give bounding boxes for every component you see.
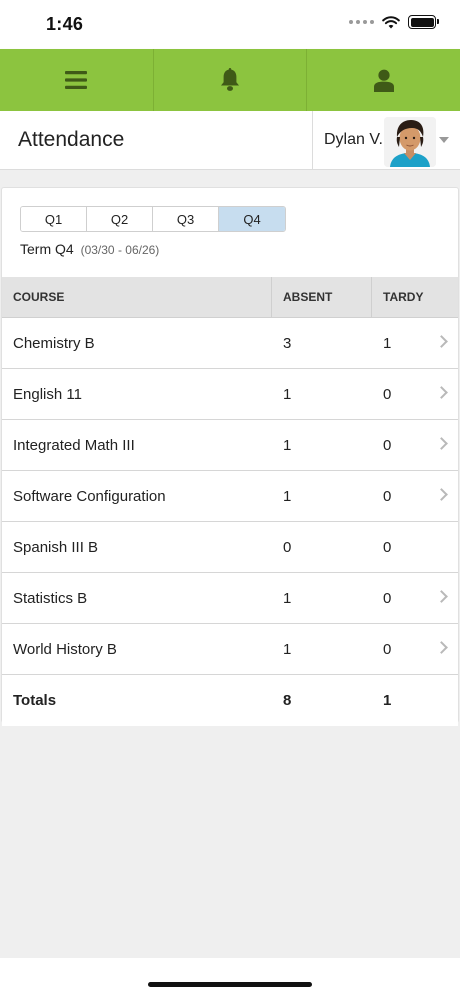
absent-count: 1: [283, 589, 292, 607]
tab-q3[interactable]: Q3: [153, 207, 219, 231]
tab-q4[interactable]: Q4: [219, 207, 285, 231]
table-row[interactable]: Statistics B 1 0: [2, 573, 458, 624]
bell-icon: [221, 68, 239, 91]
student-selector[interactable]: Dylan V.: [312, 111, 460, 170]
tardy-count: 1: [383, 334, 392, 352]
term-date-range: (03/30 - 06/26): [80, 243, 160, 257]
course-name: Spanish III B: [13, 538, 99, 556]
attendance-card: Q1 Q2 Q3 Q4 Term Q4 (03/30 - 06/26) COUR…: [1, 187, 459, 726]
avatar: [384, 117, 436, 167]
table-header: COURSE ABSENT TARDY: [2, 277, 458, 318]
page-header: Attendance Dylan V.: [0, 111, 460, 170]
table-row: Spanish III B 0 0: [2, 522, 458, 573]
chevron-down-icon: [439, 137, 449, 143]
term-label: Term Q4 (03/30 - 06/26): [20, 241, 159, 257]
chevron-right-icon: [435, 590, 448, 603]
tardy-count: 0: [383, 589, 392, 607]
chevron-right-icon: [435, 386, 448, 399]
person-icon: [373, 69, 394, 92]
menu-button[interactable]: [0, 49, 154, 111]
absent-count: 1: [283, 385, 292, 403]
student-name: Dylan V.: [324, 131, 383, 148]
term-name: Term Q4: [20, 241, 74, 257]
menu-icon: [65, 71, 88, 89]
table-row[interactable]: Chemistry B 3 1: [2, 318, 458, 369]
totals-label: Totals: [13, 692, 57, 709]
home-indicator[interactable]: [148, 982, 312, 987]
total-absent: 8: [283, 692, 292, 709]
course-name: Chemistry B: [13, 334, 95, 352]
attendance-table: COURSE ABSENT TARDY Chemistry B 3 1 Engl…: [2, 277, 458, 726]
absent-count: 0: [283, 538, 292, 556]
tab-q2[interactable]: Q2: [87, 207, 153, 231]
column-header-absent: ABSENT: [272, 277, 372, 317]
top-nav: [0, 49, 460, 111]
page-title: Attendance: [18, 128, 125, 151]
status-time: 1:46: [46, 14, 84, 34]
absent-count: 1: [283, 487, 292, 505]
table-row[interactable]: English 11 1 0: [2, 369, 458, 420]
total-tardy: 1: [383, 692, 392, 709]
term-tabs: Q1 Q2 Q3 Q4: [20, 206, 286, 232]
absent-count: 1: [283, 640, 292, 658]
tardy-count: 0: [383, 640, 392, 658]
wifi-icon: [382, 15, 400, 28]
course-name: World History B: [13, 640, 117, 658]
absent-count: 1: [283, 436, 292, 454]
status-icons: [349, 15, 439, 29]
signal-icon: [349, 20, 374, 24]
tardy-count: 0: [383, 436, 392, 454]
battery-icon: [408, 15, 439, 29]
course-name: English 11: [13, 385, 82, 403]
absent-count: 3: [283, 334, 292, 352]
status-bar: 1:46: [0, 0, 460, 49]
notifications-button[interactable]: [154, 49, 308, 111]
profile-button[interactable]: [307, 49, 460, 111]
tab-q1[interactable]: Q1: [21, 207, 87, 231]
table-row[interactable]: World History B 1 0: [2, 624, 458, 675]
course-name: Statistics B: [13, 589, 88, 607]
column-header-tardy: TARDY: [383, 290, 424, 304]
home-bar: [0, 958, 460, 996]
totals-row: Totals 8 1: [2, 675, 458, 726]
tardy-count: 0: [383, 538, 392, 556]
chevron-right-icon: [435, 488, 448, 501]
chevron-right-icon: [435, 641, 448, 654]
table-row[interactable]: Software Configuration 1 0: [2, 471, 458, 522]
chevron-right-icon: [435, 437, 448, 450]
column-header-course: COURSE: [2, 277, 272, 317]
chevron-right-icon: [435, 335, 448, 348]
course-name: Integrated Math III: [13, 436, 135, 454]
tardy-count: 0: [383, 487, 392, 505]
tardy-count: 0: [383, 385, 392, 403]
table-row[interactable]: Integrated Math III 1 0: [2, 420, 458, 471]
course-name: Software Configuration: [13, 487, 166, 505]
